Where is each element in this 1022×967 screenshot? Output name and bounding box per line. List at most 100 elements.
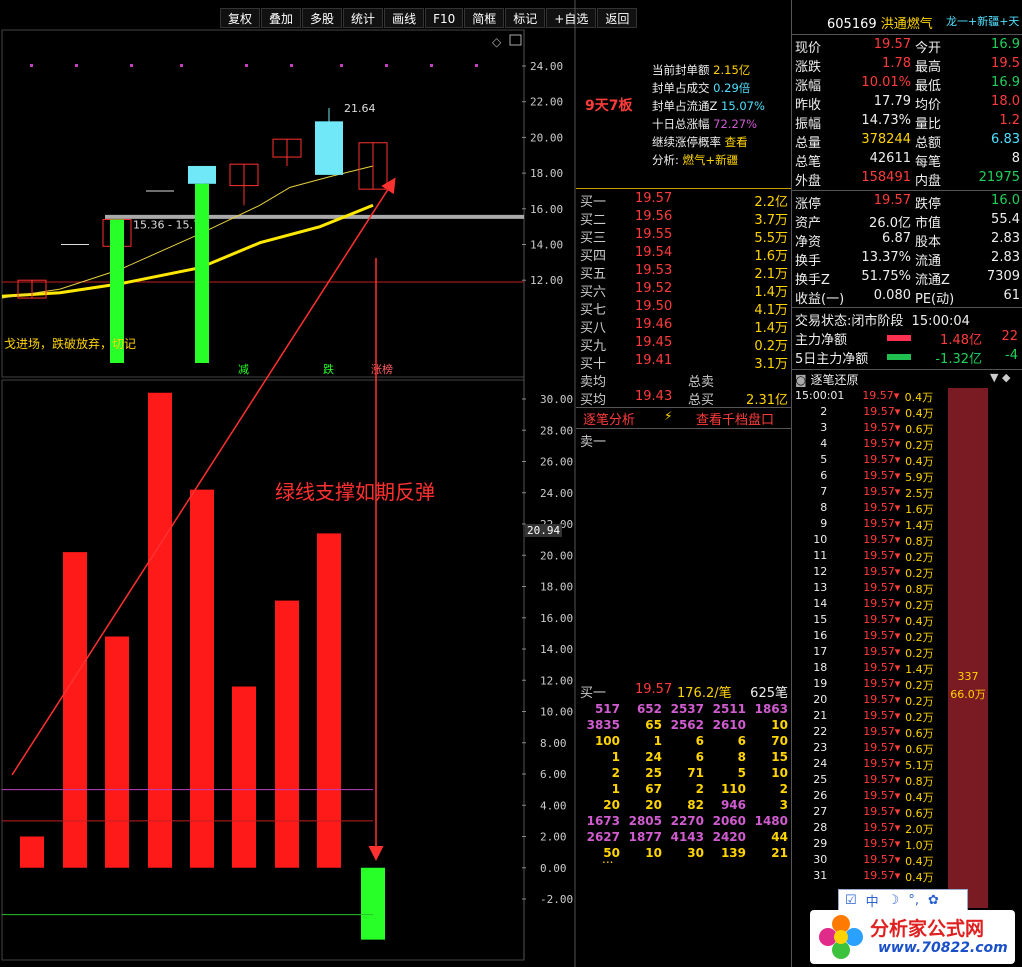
watermark-logo: 分析家公式网 www.70822.com: [810, 910, 1015, 964]
candle-body: [315, 121, 343, 175]
volume-bar: [20, 836, 44, 868]
price-tick-label: 20.00: [530, 131, 563, 144]
limit-info-row: 封单占流通Z 15.07%: [652, 99, 765, 113]
stock-header: 605169 洪通燃气: [827, 17, 933, 32]
toolbar-button-9[interactable]: 返回: [597, 8, 638, 28]
tick-row: 2 19.57▾ 0.4万: [820, 405, 934, 420]
tick-row: 5 19.57▾ 0.4万: [820, 453, 934, 468]
filter-icon[interactable]: ▼ ◆: [990, 371, 1010, 384]
quote-row: 换手Z 51.75% 流通Z 7309: [795, 269, 1020, 288]
chart-note-left: 戈进场，跌破放弃，切记: [4, 337, 137, 351]
tick-row: 27 19.57▾ 0.6万: [813, 805, 934, 820]
signal-dot: [245, 64, 248, 67]
bid-row: 买八 19.46 1.4万: [580, 317, 788, 336]
signal-bar: [195, 183, 209, 363]
volume-tick-label: 20.00: [540, 549, 573, 562]
volume-tick-label: 30.00: [540, 393, 573, 406]
bid-row: 买七 19.50 4.1万: [580, 299, 788, 318]
tick-row: 19 19.57▾ 0.2万: [813, 677, 934, 692]
tick-row: 28 19.57▾ 2.0万: [813, 821, 934, 836]
window-icon[interactable]: [509, 34, 522, 46]
tick-row: 9 19.57▾ 1.4万: [820, 517, 934, 532]
signal-dot: [385, 64, 388, 67]
avg-sell-row: 卖均 总卖: [580, 375, 715, 390]
volume-bar: [361, 867, 385, 940]
avg-buy-row: 买均 19.43 总买 2.31亿: [580, 389, 788, 408]
tick-row: 30 19.57▾ 0.4万: [813, 853, 934, 868]
tick-row: 14 19.57▾ 0.2万: [813, 597, 934, 612]
ma-line-thin: [1, 165, 374, 299]
tick-row: 8 19.57▾ 1.6万: [820, 501, 934, 516]
ime-toolbar[interactable]: ☑ 中 ☽ °, ✿: [838, 889, 968, 911]
quote-row: 外盘 158491 内盘 21975: [795, 170, 1020, 189]
quote-row: 涨幅 10.01% 最低 16.9: [795, 75, 1020, 94]
settings-icon[interactable]: ✿: [928, 893, 939, 908]
volume-tick-label: 10.00: [540, 706, 573, 719]
signal-dot: [290, 64, 293, 67]
volume-tick-label: 24.00: [540, 487, 573, 500]
queue-row: 1 67 2 110 2: [611, 782, 788, 796]
tick-row: 15 19.57▾ 0.4万: [813, 613, 934, 628]
tick-row: 15:00:01 19.57▾ 0.4万: [795, 389, 934, 404]
quote-row: 现价 19.57 今开 16.9: [795, 37, 1020, 56]
annotation-text: 绿线支撑如期反弹: [275, 480, 435, 504]
ime-check-icon[interactable]: ☑: [845, 893, 857, 908]
price-tick-label: 24.00: [530, 60, 563, 73]
queue-row: 2627 1877 4143 2420 44: [586, 830, 788, 844]
tick-row: 3 19.57▾ 0.6万: [820, 421, 934, 436]
candle-body: [188, 165, 216, 184]
tab-thousand-levels[interactable]: 查看千档盘口: [696, 409, 774, 428]
volume-tick-label: 4.00: [540, 799, 567, 812]
tab-tick-analysis[interactable]: 逐笔分析: [583, 409, 635, 428]
tick-row: 17 19.57▾ 0.2万: [813, 645, 934, 660]
tick-row: 22 19.57▾ 0.6万: [813, 725, 934, 740]
volume-bar: [232, 686, 256, 868]
punct-icon[interactable]: °,: [908, 893, 919, 908]
quote-row: 净资 6.87 股本 2.83: [795, 231, 1020, 250]
gear-icon[interactable]: ◙: [795, 373, 807, 387]
tick-row: 13 19.57▾ 0.8万: [813, 581, 934, 596]
price-tick-label: 14.00: [530, 239, 563, 252]
signal-dot: [340, 64, 343, 67]
diamond-icon[interactable]: ◇: [492, 35, 502, 49]
marker-label: 涨榜: [371, 362, 393, 376]
marker-label: 减: [238, 363, 249, 376]
concept-tag[interactable]: 龙一+新疆+天然: [946, 13, 1020, 29]
cursor-value: 20.94: [525, 524, 563, 537]
queue-row: 2 25 71 5 10: [611, 766, 788, 780]
tick-row: 6 19.57▾ 5.9万: [820, 469, 934, 484]
limit-info-row: 当前封单额 2.15亿: [652, 63, 751, 77]
quote-row: 资产 26.0亿 市值 55.4: [795, 212, 1020, 231]
ime-lang[interactable]: 中: [866, 891, 879, 910]
tick-row: 21 19.57▾ 0.2万: [813, 709, 934, 724]
volume-tick-label: 6.00: [540, 768, 567, 781]
tick-row: 26 19.57▾ 0.4万: [813, 789, 934, 804]
queue-more: ...: [602, 852, 614, 866]
volume-bar: [190, 489, 214, 868]
price-tick-label: 18.00: [530, 167, 563, 180]
tick-row: 31 19.57▾ 0.4万: [813, 869, 934, 884]
tick-volume-bar: 337 66.0万: [948, 388, 988, 908]
limit-info-row: 十日总涨幅 72.27%: [652, 117, 758, 131]
volume-tick-label: 28.00: [540, 424, 573, 437]
moon-icon[interactable]: ☽: [888, 893, 900, 908]
tick-row: 25 19.57▾ 0.8万: [813, 773, 934, 788]
queue-row: 517 652 2537 2511 1863: [594, 702, 788, 716]
tick-row: 23 19.57▾ 0.6万: [813, 741, 934, 756]
bid-row: 买三 19.55 5.5万: [580, 227, 788, 246]
ticks-header: ◙ 逐笔还原: [795, 373, 859, 387]
capital-bar: [887, 354, 911, 360]
volume-tick-label: 8.00: [540, 737, 567, 750]
range-label: 15.36 - 15.7: [133, 218, 200, 231]
signal-dot: [430, 64, 433, 67]
volume-bar: [317, 533, 341, 868]
bid-row: 买六 19.52 1.4万: [580, 281, 788, 300]
lightning-icon[interactable]: ⚡: [664, 409, 672, 423]
trading-window: 复权 叠加 多股 统计 画线 F10 简框 标记 +自选 返回 24.00 22.00 20.00 18…: [0, 0, 1022, 967]
tick-row: 10 19.57▾ 0.8万: [813, 533, 934, 548]
tick-row: 18 19.57▾ 1.4万: [813, 661, 934, 676]
tick-row: 16 19.57▾ 0.2万: [813, 629, 934, 644]
capital-row: 5日主力净额 -1.32亿 -4: [795, 348, 1018, 367]
queue-row: 20 20 82 946 3: [603, 798, 788, 812]
signal-dot: [475, 64, 478, 67]
